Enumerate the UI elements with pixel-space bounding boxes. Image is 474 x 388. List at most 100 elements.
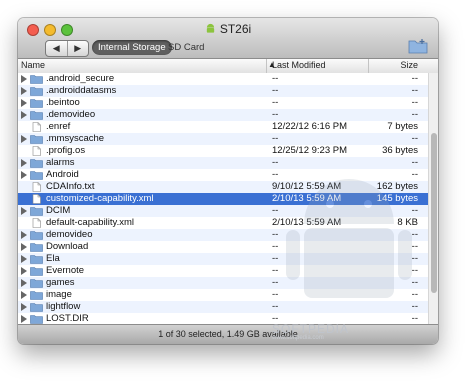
folder-row[interactable]: Android -- --: [18, 169, 438, 181]
file-modified: 12/22/12 6:16 PM: [272, 121, 347, 132]
scrollbar-track[interactable]: [428, 73, 438, 325]
window-title: ST26i: [18, 22, 438, 36]
nav-buttons: ◀ ▶: [45, 40, 89, 57]
folder-row[interactable]: .android_secure -- --: [18, 73, 438, 85]
new-folder-icon[interactable]: [408, 38, 428, 54]
folder-row[interactable]: demovideo -- --: [18, 229, 438, 241]
folder-row[interactable]: games -- --: [18, 277, 438, 289]
folder-icon: [30, 230, 43, 240]
folder-row[interactable]: Ela -- --: [18, 253, 438, 265]
column-size[interactable]: Size: [400, 60, 418, 70]
file-row[interactable]: customized-capability.xml 2/10/13 5:59 AM…: [18, 193, 438, 205]
column-last-modified[interactable]: Last Modified: [272, 60, 326, 70]
file-name: demovideo: [46, 229, 93, 240]
folder-icon: [30, 110, 43, 120]
file-modified: --: [272, 277, 279, 288]
file-name: .profig.os: [46, 145, 86, 156]
folder-row[interactable]: .androiddatasms -- --: [18, 85, 438, 97]
file-name: games: [46, 277, 75, 288]
folder-icon: [30, 98, 43, 108]
folder-row[interactable]: .mmsyscache -- --: [18, 133, 438, 145]
disclosure-triangle-icon[interactable]: [21, 315, 27, 323]
disclosure-triangle-icon[interactable]: [21, 303, 27, 311]
disclosure-triangle-icon[interactable]: [21, 159, 27, 167]
file-size: --: [411, 277, 418, 288]
file-size: --: [411, 301, 418, 312]
file-size: --: [411, 169, 418, 180]
disclosure-triangle-icon[interactable]: [21, 291, 27, 299]
folder-row[interactable]: alarms -- --: [18, 157, 438, 169]
disclosure-triangle-icon[interactable]: [21, 255, 27, 263]
folder-icon: [30, 314, 43, 324]
file-modified: --: [272, 301, 279, 312]
tab-internal-storage[interactable]: Internal Storage: [92, 40, 172, 55]
file-size: 162 bytes: [376, 181, 418, 192]
column-divider[interactable]: [368, 59, 369, 73]
tab-sd-card[interactable]: SD Card: [162, 40, 210, 55]
file-name: DCIM: [46, 205, 71, 216]
file-modified: --: [272, 133, 279, 144]
disclosure-triangle-icon[interactable]: [21, 231, 27, 239]
column-header: Name ▲ Last Modified Size: [18, 59, 438, 74]
disclosure-triangle-icon[interactable]: [21, 87, 27, 95]
disclosure-triangle-icon[interactable]: [21, 267, 27, 275]
column-divider[interactable]: [266, 59, 267, 73]
disclosure-triangle-icon[interactable]: [21, 99, 27, 107]
file-icon: [30, 146, 43, 156]
file-name: customized-capability.xml: [46, 193, 154, 204]
folder-icon: [30, 278, 43, 288]
back-button[interactable]: ◀: [46, 41, 67, 56]
file-modified: --: [272, 289, 279, 300]
file-size: --: [411, 253, 418, 264]
folder-icon: [30, 266, 43, 276]
forward-button[interactable]: ▶: [66, 41, 89, 56]
disclosure-triangle-icon[interactable]: [21, 75, 27, 83]
file-name: Evernote: [46, 265, 85, 276]
file-row[interactable]: .enref 12/22/12 6:16 PM 7 bytes: [18, 121, 438, 133]
disclosure-triangle-icon[interactable]: [21, 111, 27, 119]
file-size: --: [411, 289, 418, 300]
disclosure-triangle-icon[interactable]: [21, 279, 27, 287]
file-row[interactable]: .profig.os 12/25/12 9:23 PM 36 bytes: [18, 145, 438, 157]
file-icon: [30, 194, 43, 204]
file-modified: --: [272, 241, 279, 252]
file-row[interactable]: CDAInfo.txt 9/10/12 5:59 AM 162 bytes: [18, 181, 438, 193]
scrollbar-thumb[interactable]: [431, 133, 437, 293]
file-modified: 9/10/12 5:59 AM: [272, 181, 342, 192]
file-list: .android_secure -- -- .androiddatasms -- -- .b…: [18, 73, 438, 325]
folder-row[interactable]: Evernote -- --: [18, 265, 438, 277]
file-size: --: [411, 241, 418, 252]
file-size: 7 bytes: [387, 121, 418, 132]
disclosure-triangle-icon[interactable]: [21, 135, 27, 143]
softpedia-watermark-url: www.softpedia.com: [272, 335, 324, 341]
column-name[interactable]: Name: [21, 60, 45, 70]
disclosure-triangle-icon[interactable]: [21, 171, 27, 179]
folder-row[interactable]: lightflow -- --: [18, 301, 438, 313]
disclosure-triangle-icon[interactable]: [21, 207, 27, 215]
file-name: .android_secure: [46, 73, 115, 84]
folder-row[interactable]: .demovideo -- --: [18, 109, 438, 121]
folder-icon: [30, 254, 43, 264]
file-size: --: [411, 97, 418, 108]
folder-row[interactable]: .beintoo -- --: [18, 97, 438, 109]
file-name: .androiddatasms: [46, 85, 117, 96]
file-icon: [30, 122, 43, 132]
folder-icon: [30, 290, 43, 300]
file-size: --: [411, 109, 418, 120]
folder-row[interactable]: Download -- --: [18, 241, 438, 253]
file-name: CDAInfo.txt: [46, 181, 95, 192]
file-browser-window: ST26i ◀ ▶ Internal Storage SD Card Name …: [18, 18, 438, 344]
file-modified: --: [272, 157, 279, 168]
folder-icon: [30, 86, 43, 96]
folder-icon: [30, 134, 43, 144]
file-name: lightflow: [46, 301, 81, 312]
file-row[interactable]: default-capability.xml 2/10/13 5:59 AM 8 K…: [18, 217, 438, 229]
file-modified: --: [272, 109, 279, 120]
folder-row[interactable]: DCIM -- --: [18, 205, 438, 217]
disclosure-triangle-icon[interactable]: [21, 243, 27, 251]
file-modified: 2/10/13 5:59 AM: [272, 217, 342, 228]
folder-icon: [30, 158, 43, 168]
folder-icon: [30, 242, 43, 252]
folder-row[interactable]: image -- --: [18, 289, 438, 301]
file-size: --: [411, 205, 418, 216]
